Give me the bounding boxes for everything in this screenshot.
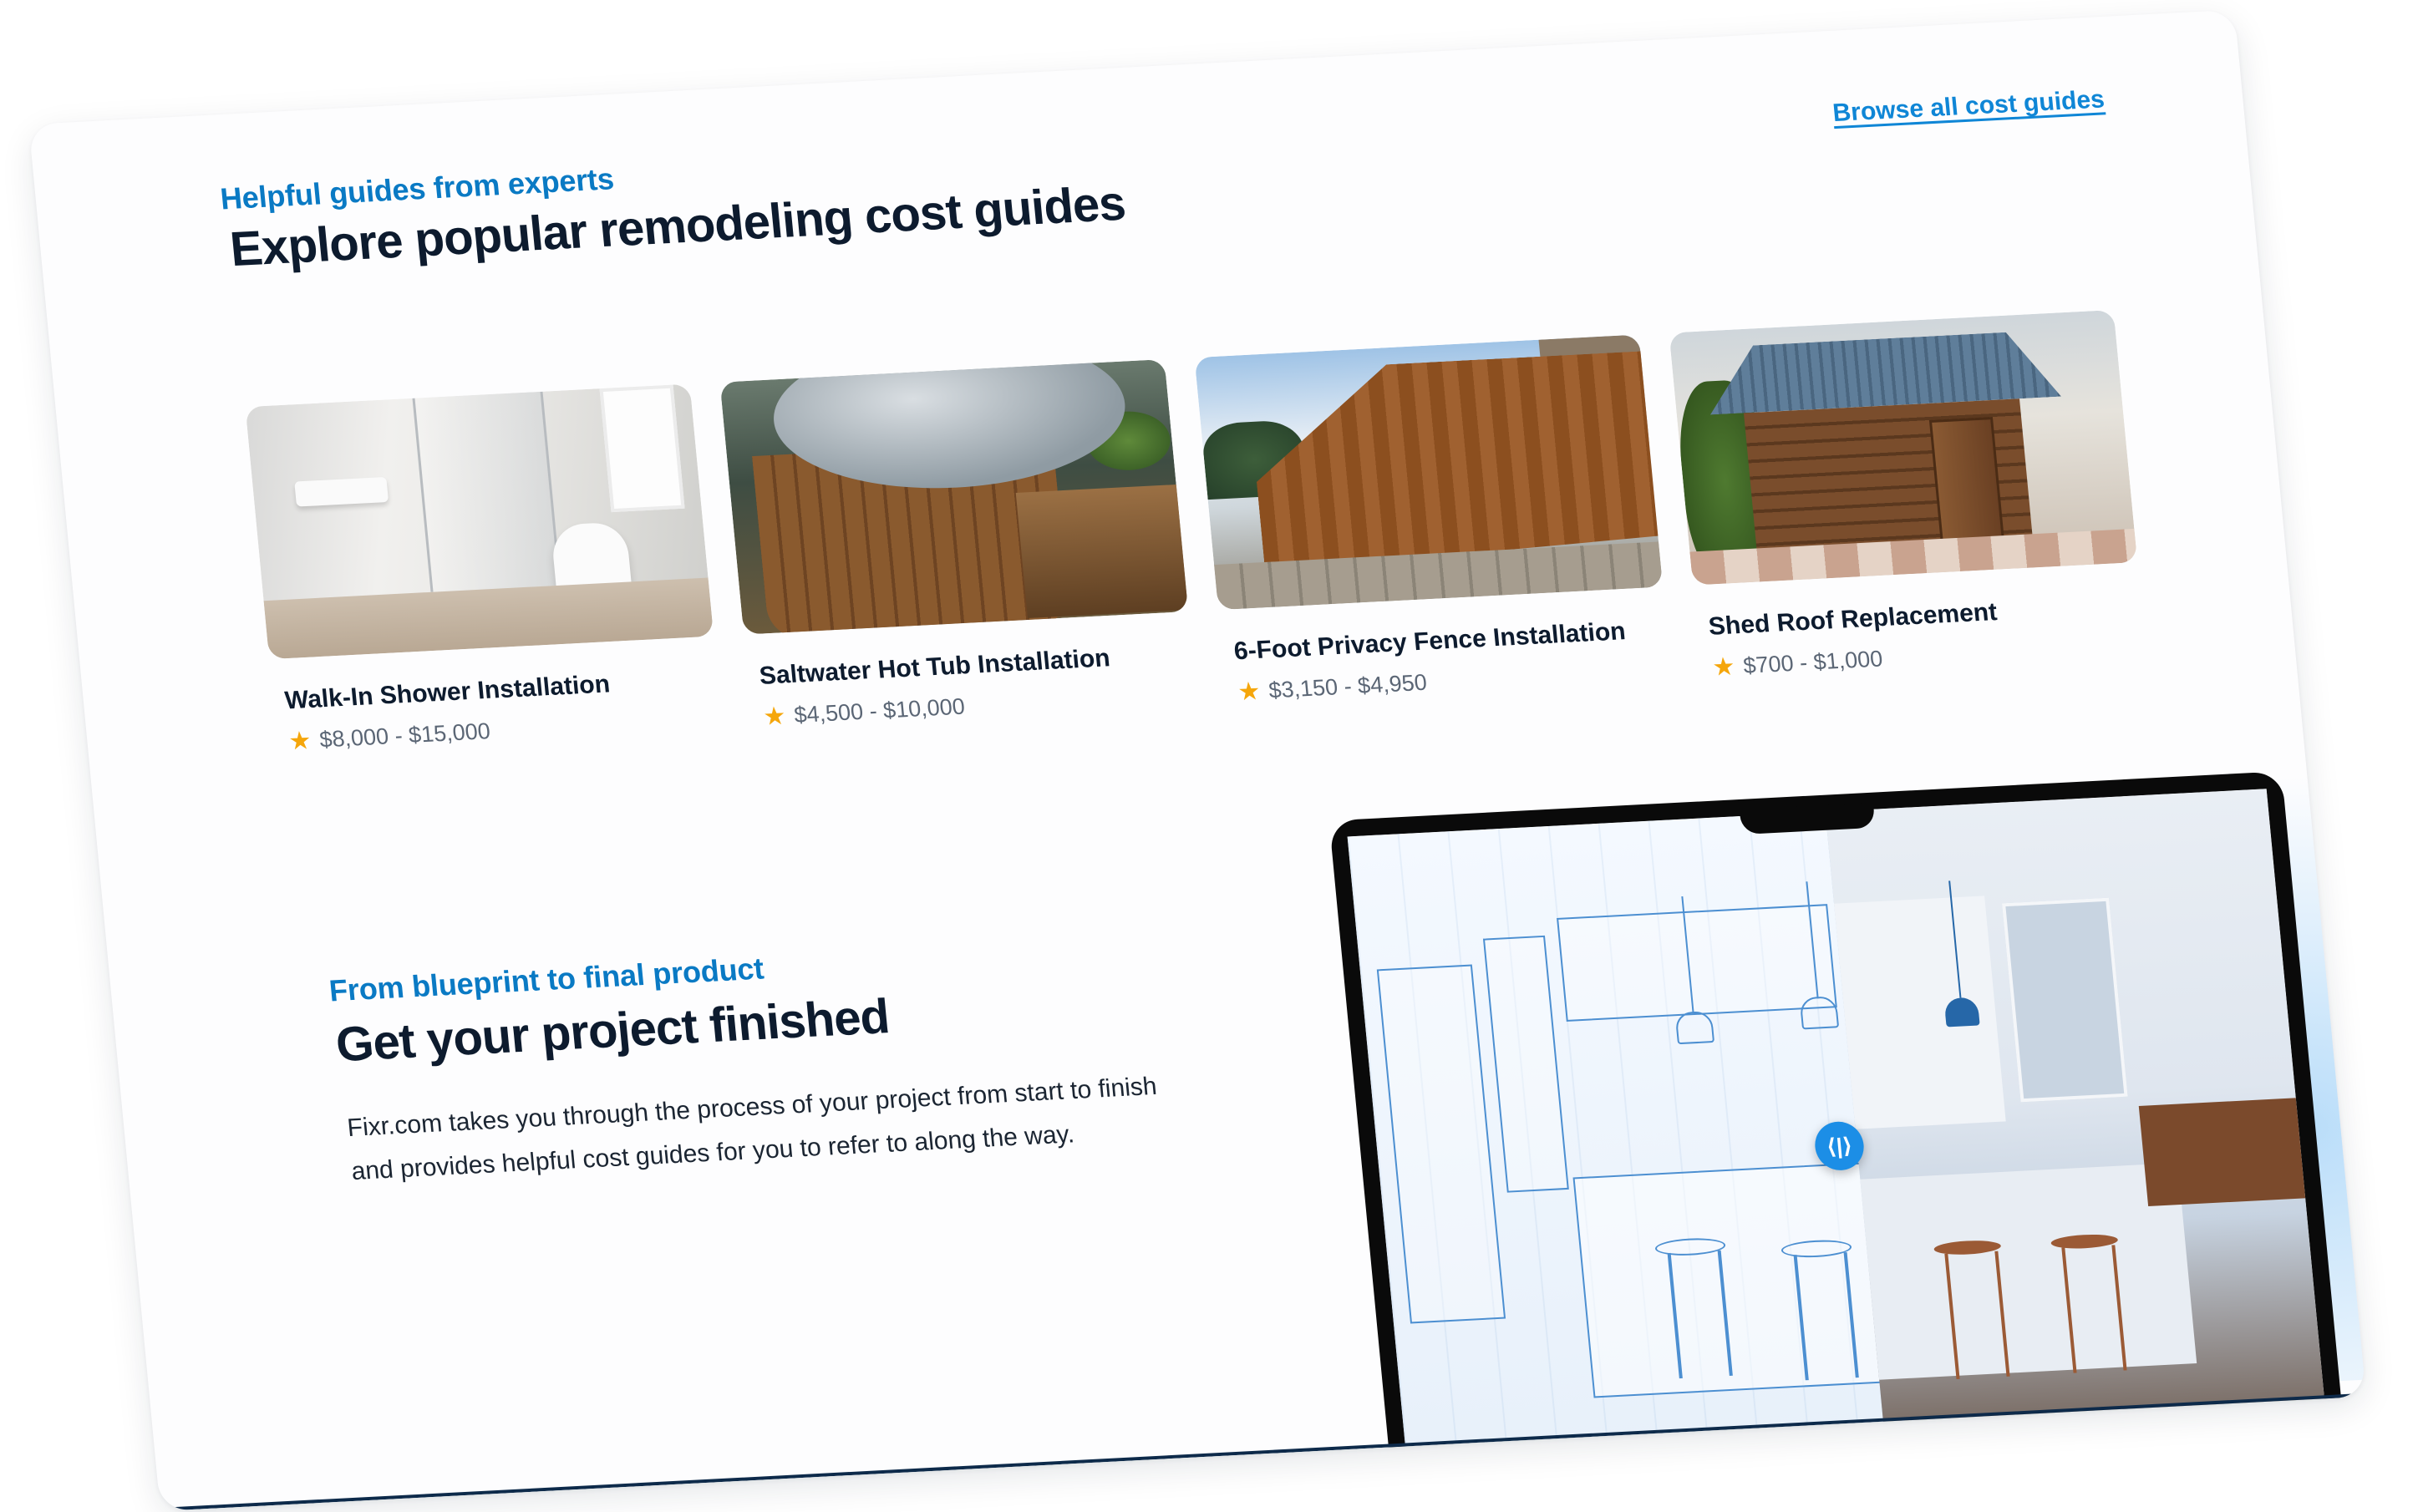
finish-description: Fixr.com takes you through the process o… [346, 1072, 1159, 1186]
guide-card-price-value: $8,000 - $15,000 [318, 718, 492, 753]
star-icon: ★ [287, 726, 313, 755]
finished-kitchen-view [1825, 789, 2329, 1464]
walk-in-shower-image [245, 383, 714, 660]
star-icon: ★ [1711, 652, 1737, 682]
section-divider [160, 1393, 2366, 1511]
guide-card-price-value: $700 - $1,000 [1742, 646, 1884, 678]
guide-card-shed-roof[interactable]: Shed Roof Replacement ★ $700 - $1,000 [1669, 309, 2147, 682]
blueprint-sketch-view [1347, 811, 1898, 1489]
guide-card-price: ★ $8,000 - $15,000 [287, 707, 723, 755]
guide-card-price: ★ $700 - $1,000 [1711, 632, 2146, 681]
guide-card-title: Saltwater Hot Tub Installation [758, 644, 1112, 690]
guide-card-title: Walk-In Shower Installation [283, 670, 612, 715]
guide-card-price-value: $3,150 - $4,950 [1267, 669, 1429, 703]
shed-image [1669, 309, 2138, 586]
kitchen-before-after-comparison[interactable]: ⟨|⟩ [1347, 789, 2329, 1489]
privacy-fence-image [1194, 334, 1664, 611]
guide-card-title: Shed Roof Replacement [1707, 597, 1999, 641]
guide-card-price-value: $4,500 - $10,000 [793, 693, 967, 728]
hot-tub-image [719, 359, 1189, 635]
laptop-mockup: ⟨|⟩ [1328, 771, 2345, 1489]
guide-card-price: ★ $3,150 - $4,950 [1237, 657, 1672, 706]
guide-card-privacy-fence[interactable]: 6-Foot Privacy Fence Installation ★ $3,1… [1194, 334, 1673, 706]
star-icon: ★ [1237, 677, 1262, 706]
page-panel: Helpful guides from experts Explore popu… [28, 9, 2366, 1511]
guide-card-hot-tub[interactable]: Saltwater Hot Tub Installation ★ $4,500 … [719, 359, 1198, 731]
guide-card-price: ★ $4,500 - $10,000 [762, 682, 1197, 730]
browse-all-guides-link[interactable]: Browse all cost guides [1831, 85, 2106, 128]
guide-card-title: 6-Foot Privacy Fence Installation [1232, 617, 1628, 666]
guide-card-walk-in-shower[interactable]: Walk-In Shower Installation ★ $8,000 - $… [245, 383, 724, 756]
star-icon: ★ [762, 702, 788, 731]
